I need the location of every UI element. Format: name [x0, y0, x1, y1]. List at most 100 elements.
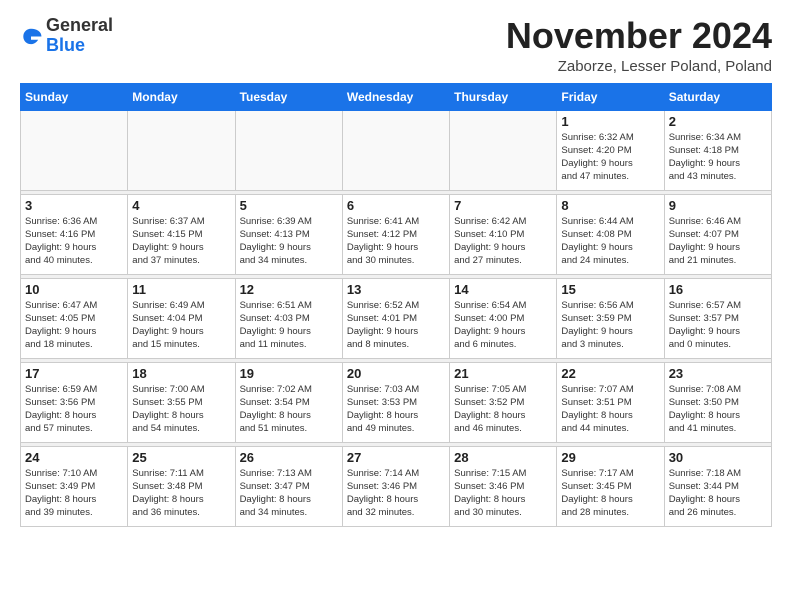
calendar-cell: 5Sunrise: 6:39 AM Sunset: 4:13 PM Daylig… [235, 194, 342, 274]
logo-icon [20, 26, 42, 48]
day-number: 16 [669, 282, 767, 297]
calendar-cell: 1Sunrise: 6:32 AM Sunset: 4:20 PM Daylig… [557, 110, 664, 190]
calendar-cell: 26Sunrise: 7:13 AM Sunset: 3:47 PM Dayli… [235, 446, 342, 526]
calendar-week-4: 17Sunrise: 6:59 AM Sunset: 3:56 PM Dayli… [21, 362, 772, 442]
logo-text: General Blue [46, 16, 113, 56]
day-info: Sunrise: 7:05 AM Sunset: 3:52 PM Dayligh… [454, 383, 552, 436]
day-number: 5 [240, 198, 338, 213]
day-info: Sunrise: 6:46 AM Sunset: 4:07 PM Dayligh… [669, 215, 767, 268]
calendar-cell: 13 Sunrise: 6:52 AM Sunset: 4:01 PM Dayli… [342, 278, 449, 358]
calendar-week-2: 3Sunrise: 6:36 AM Sunset: 4:16 PM Daylig… [21, 194, 772, 274]
calendar-cell: 4 Sunrise: 6:37 AM Sunset: 4:15 PM Daylig… [128, 194, 235, 274]
calendar-cell: 23 Sunrise: 7:08 AM Sunset: 3:50 PM Dayli… [664, 362, 771, 442]
day-number: 8 [561, 198, 659, 213]
day-number: 21 [454, 366, 552, 381]
calendar-cell: 21 Sunrise: 7:05 AM Sunset: 3:52 PM Dayli… [450, 362, 557, 442]
day-number: 7 [454, 198, 552, 213]
day-number: 3 [25, 198, 123, 213]
day-info: Sunrise: 6:57 AM Sunset: 3:57 PM Dayligh… [669, 299, 767, 352]
day-info: Sunrise: 6:51 AM Sunset: 4:03 PM Dayligh… [240, 299, 338, 352]
day-number: 24 [25, 450, 123, 465]
calendar-cell: 30Sunrise: 7:18 AM Sunset: 3:44 PM Dayli… [664, 446, 771, 526]
day-info: Sunrise: 7:03 AM Sunset: 3:53 PM Dayligh… [347, 383, 445, 436]
day-info: Sunrise: 6:32 AM Sunset: 4:20 PM Dayligh… [561, 131, 659, 184]
column-header-monday: Monday [128, 83, 235, 110]
logo: General Blue [20, 16, 113, 56]
day-number: 13 [347, 282, 445, 297]
day-info: Sunrise: 6:56 AM Sunset: 3:59 PM Dayligh… [561, 299, 659, 352]
calendar-cell: 3Sunrise: 6:36 AM Sunset: 4:16 PM Daylig… [21, 194, 128, 274]
day-info: Sunrise: 6:59 AM Sunset: 3:56 PM Dayligh… [25, 383, 123, 436]
day-number: 10 [25, 282, 123, 297]
day-number: 14 [454, 282, 552, 297]
calendar-week-5: 24 Sunrise: 7:10 AM Sunset: 3:49 PM Dayli… [21, 446, 772, 526]
calendar-cell: 24 Sunrise: 7:10 AM Sunset: 3:49 PM Dayli… [21, 446, 128, 526]
day-info: Sunrise: 7:07 AM Sunset: 3:51 PM Dayligh… [561, 383, 659, 436]
column-header-thursday: Thursday [450, 83, 557, 110]
calendar-cell: 6 Sunrise: 6:41 AM Sunset: 4:12 PM Daylig… [342, 194, 449, 274]
calendar-cell: 2 Sunrise: 6:34 AM Sunset: 4:18 PM Daylig… [664, 110, 771, 190]
day-number: 22 [561, 366, 659, 381]
day-info: Sunrise: 6:41 AM Sunset: 4:12 PM Dayligh… [347, 215, 445, 268]
calendar-table: SundayMondayTuesdayWednesdayThursdayFrid… [20, 83, 772, 527]
day-info: Sunrise: 6:44 AM Sunset: 4:08 PM Dayligh… [561, 215, 659, 268]
day-number: 23 [669, 366, 767, 381]
calendar-cell: 12 Sunrise: 6:51 AM Sunset: 4:03 PM Dayli… [235, 278, 342, 358]
day-number: 28 [454, 450, 552, 465]
calendar-week-1: 1Sunrise: 6:32 AM Sunset: 4:20 PM Daylig… [21, 110, 772, 190]
day-info: Sunrise: 7:10 AM Sunset: 3:49 PM Dayligh… [25, 467, 123, 520]
calendar-cell: 16 Sunrise: 6:57 AM Sunset: 3:57 PM Dayli… [664, 278, 771, 358]
calendar-cell: 10 Sunrise: 6:47 AM Sunset: 4:05 PM Dayli… [21, 278, 128, 358]
calendar-cell: 7 Sunrise: 6:42 AM Sunset: 4:10 PM Daylig… [450, 194, 557, 274]
calendar-cell [21, 110, 128, 190]
day-number: 25 [132, 450, 230, 465]
day-number: 18 [132, 366, 230, 381]
calendar-cell [450, 110, 557, 190]
day-number: 4 [132, 198, 230, 213]
day-info: Sunrise: 6:34 AM Sunset: 4:18 PM Dayligh… [669, 131, 767, 184]
day-info: Sunrise: 6:37 AM Sunset: 4:15 PM Dayligh… [132, 215, 230, 268]
calendar-cell [342, 110, 449, 190]
logo-general-text: General [46, 16, 113, 36]
calendar-cell: 28 Sunrise: 7:15 AM Sunset: 3:46 PM Dayli… [450, 446, 557, 526]
column-header-saturday: Saturday [664, 83, 771, 110]
day-info: Sunrise: 7:08 AM Sunset: 3:50 PM Dayligh… [669, 383, 767, 436]
title-section: November 2024 Zaborze, Lesser Poland, Po… [506, 16, 772, 75]
calendar-cell [235, 110, 342, 190]
day-info: Sunrise: 6:49 AM Sunset: 4:04 PM Dayligh… [132, 299, 230, 352]
day-number: 2 [669, 114, 767, 129]
calendar-cell: 9 Sunrise: 6:46 AM Sunset: 4:07 PM Daylig… [664, 194, 771, 274]
day-number: 12 [240, 282, 338, 297]
day-number: 20 [347, 366, 445, 381]
day-number: 15 [561, 282, 659, 297]
month-title: November 2024 [506, 16, 772, 56]
calendar-cell: 14Sunrise: 6:54 AM Sunset: 4:00 PM Dayli… [450, 278, 557, 358]
location: Zaborze, Lesser Poland, Poland [506, 58, 772, 75]
calendar-cell: 18Sunrise: 7:00 AM Sunset: 3:55 PM Dayli… [128, 362, 235, 442]
day-info: Sunrise: 7:14 AM Sunset: 3:46 PM Dayligh… [347, 467, 445, 520]
day-number: 11 [132, 282, 230, 297]
column-header-friday: Friday [557, 83, 664, 110]
day-number: 6 [347, 198, 445, 213]
day-number: 29 [561, 450, 659, 465]
day-info: Sunrise: 7:02 AM Sunset: 3:54 PM Dayligh… [240, 383, 338, 436]
day-info: Sunrise: 6:52 AM Sunset: 4:01 PM Dayligh… [347, 299, 445, 352]
calendar-week-3: 10 Sunrise: 6:47 AM Sunset: 4:05 PM Dayli… [21, 278, 772, 358]
calendar-cell: 22 Sunrise: 7:07 AM Sunset: 3:51 PM Dayli… [557, 362, 664, 442]
day-info: Sunrise: 6:47 AM Sunset: 4:05 PM Dayligh… [25, 299, 123, 352]
calendar-cell: 11 Sunrise: 6:49 AM Sunset: 4:04 PM Dayli… [128, 278, 235, 358]
day-info: Sunrise: 6:42 AM Sunset: 4:10 PM Dayligh… [454, 215, 552, 268]
column-header-tuesday: Tuesday [235, 83, 342, 110]
logo-blue-text: Blue [46, 36, 113, 56]
calendar-cell [128, 110, 235, 190]
day-number: 27 [347, 450, 445, 465]
day-info: Sunrise: 7:18 AM Sunset: 3:44 PM Dayligh… [669, 467, 767, 520]
calendar-cell: 27 Sunrise: 7:14 AM Sunset: 3:46 PM Dayli… [342, 446, 449, 526]
day-number: 9 [669, 198, 767, 213]
day-info: Sunrise: 7:15 AM Sunset: 3:46 PM Dayligh… [454, 467, 552, 520]
day-info: Sunrise: 7:11 AM Sunset: 3:48 PM Dayligh… [132, 467, 230, 520]
calendar-cell: 19Sunrise: 7:02 AM Sunset: 3:54 PM Dayli… [235, 362, 342, 442]
day-number: 26 [240, 450, 338, 465]
calendar-cell: 25 Sunrise: 7:11 AM Sunset: 3:48 PM Dayli… [128, 446, 235, 526]
calendar-cell: 29Sunrise: 7:17 AM Sunset: 3:45 PM Dayli… [557, 446, 664, 526]
